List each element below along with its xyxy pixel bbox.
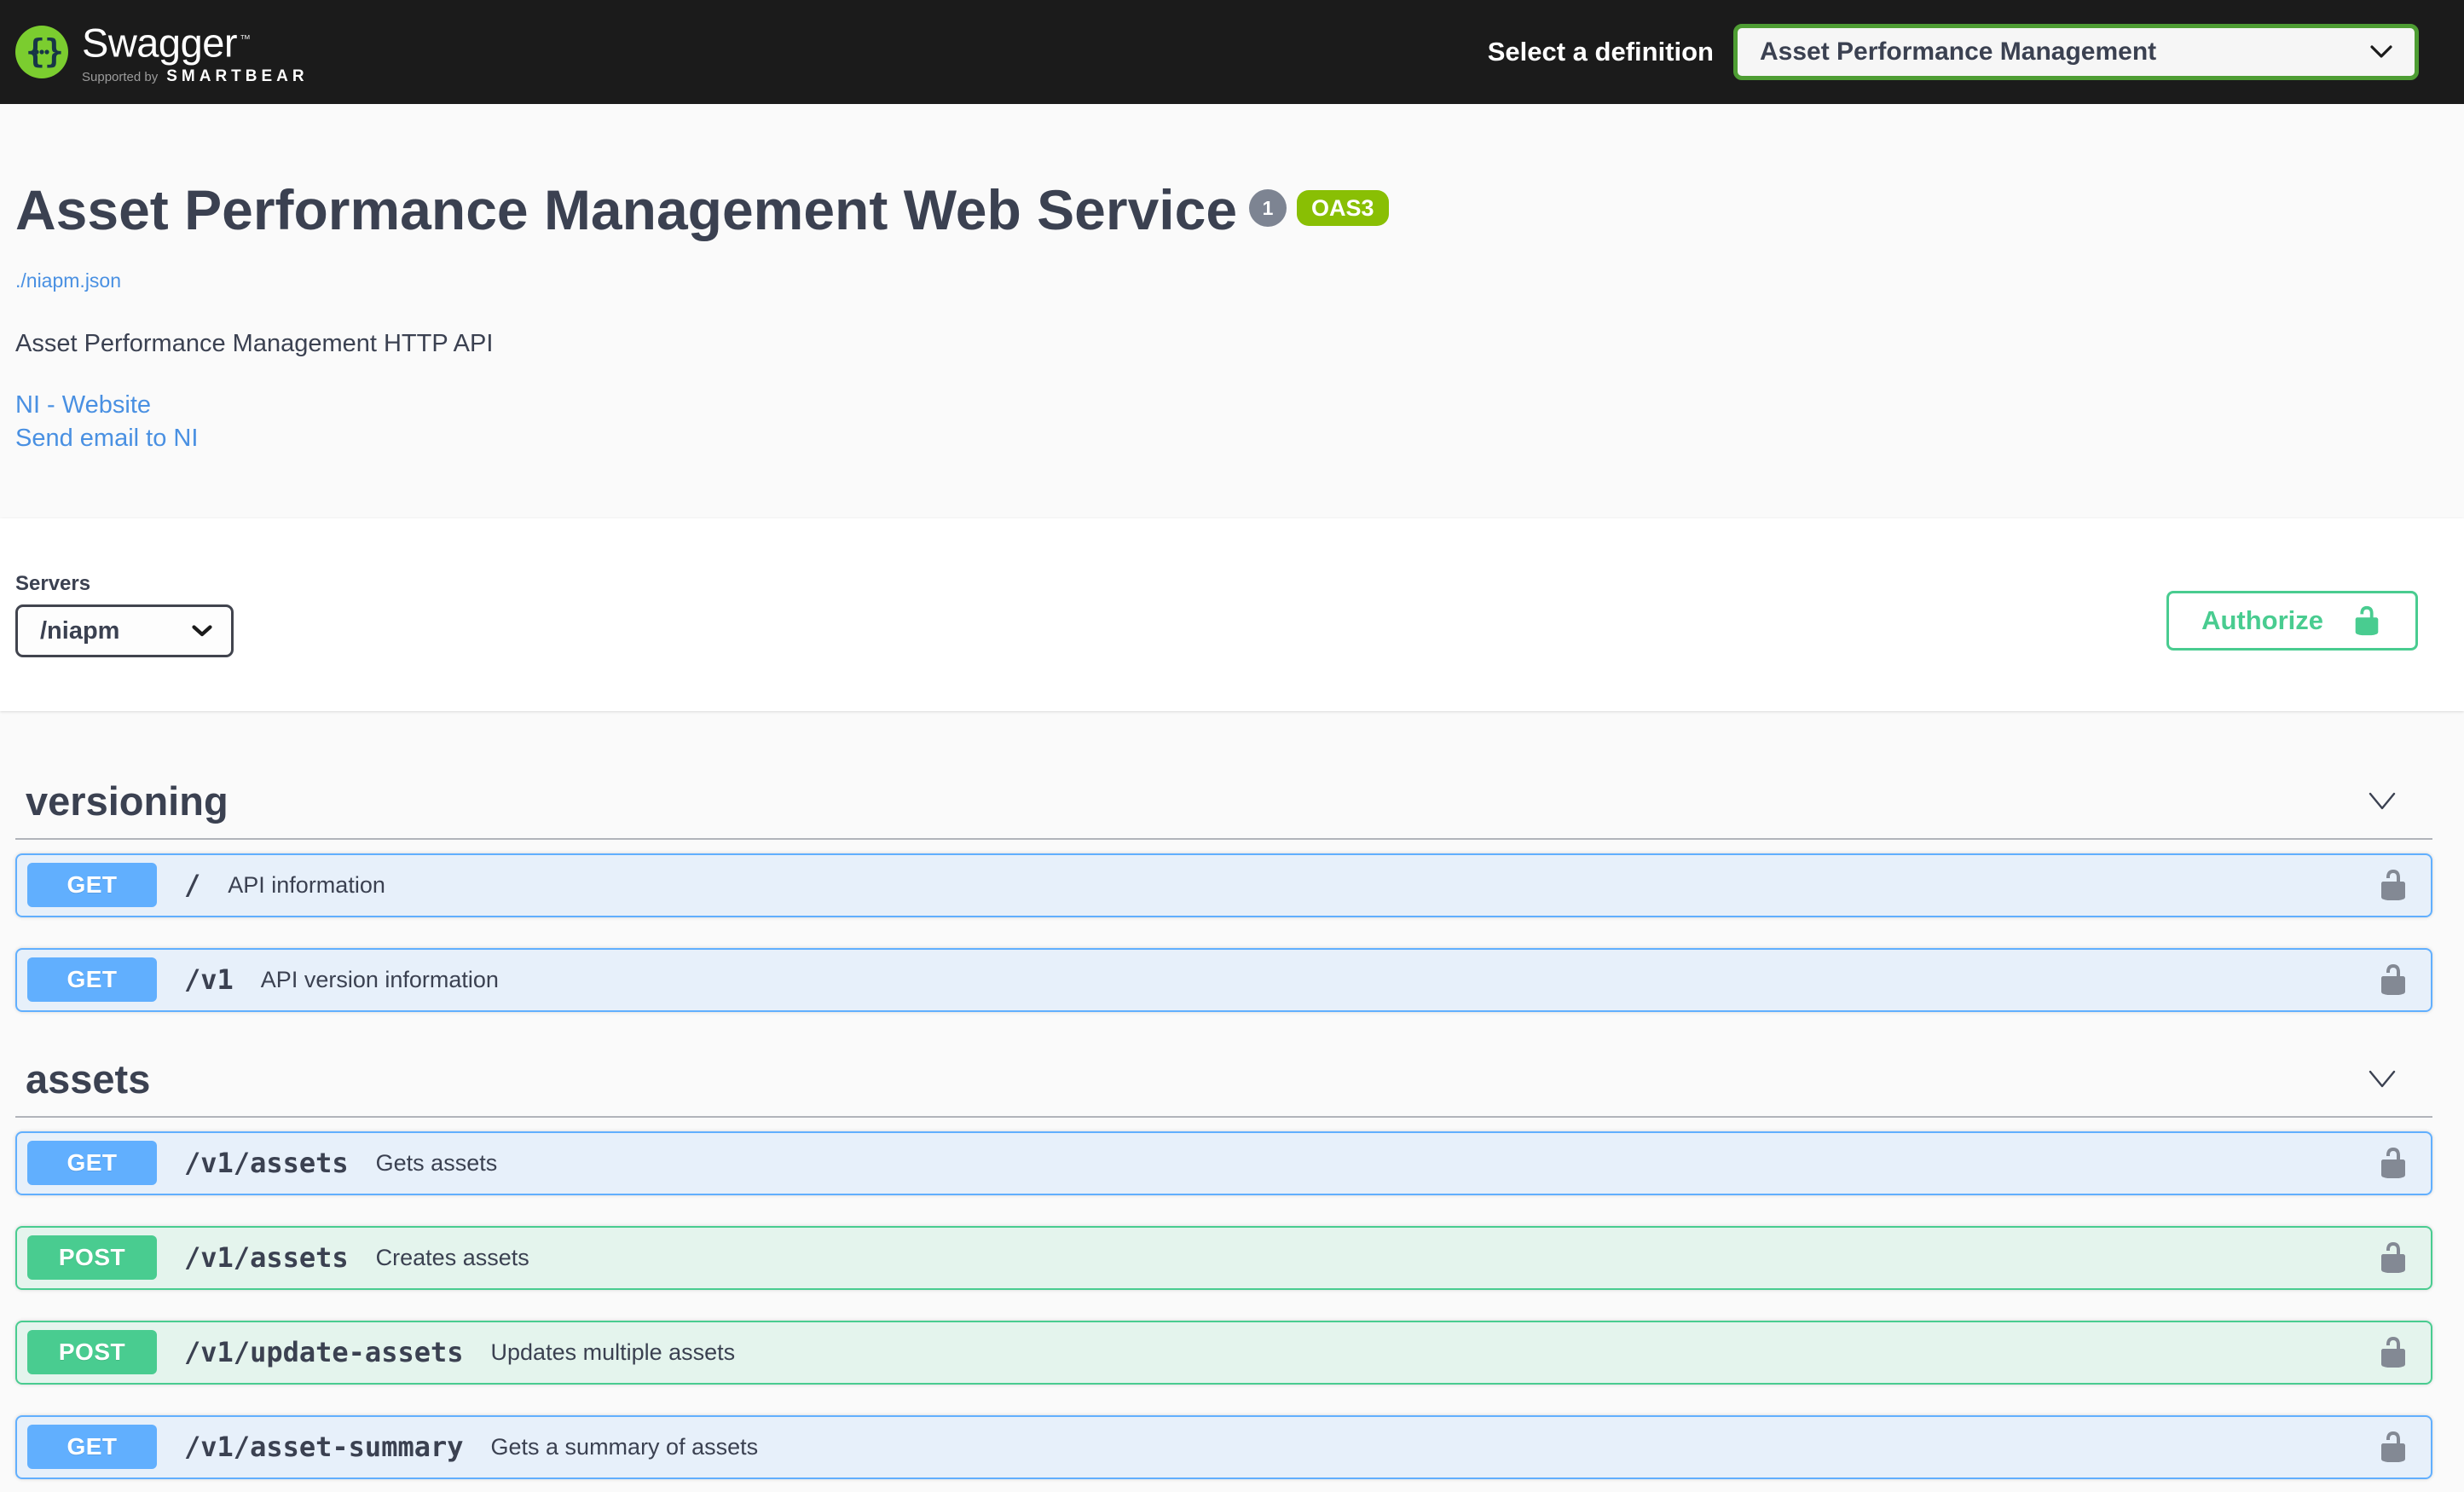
- definition-select[interactable]: Asset Performance Management: [1733, 24, 2419, 80]
- chevron-down-icon: [2369, 792, 2396, 809]
- auth-lock-button[interactable]: [2376, 1146, 2410, 1180]
- method-badge: POST: [27, 1330, 157, 1375]
- tag-title: assets: [26, 1056, 151, 1102]
- method-badge: GET: [27, 863, 157, 908]
- operation-summary: Gets a summary of assets: [490, 1433, 759, 1460]
- method-badge: GET: [27, 1141, 157, 1186]
- select-definition-label: Select a definition: [1487, 37, 1714, 67]
- operation-row[interactable]: POST /v1/update-assets Updates multiple …: [15, 1320, 2432, 1385]
- authorize-button[interactable]: Authorize: [2166, 591, 2418, 651]
- trademark: ™: [240, 32, 251, 46]
- operation-path: /v1/asset-summary: [184, 1431, 464, 1464]
- operation-path: /v1: [184, 963, 234, 997]
- servers-select[interactable]: /niapm: [15, 604, 234, 657]
- operation-summary: API version information: [260, 966, 499, 992]
- operation-summary: Creates assets: [375, 1244, 529, 1270]
- method-badge: GET: [27, 1425, 157, 1470]
- operation-row[interactable]: GET /v1/asset-summary Gets a summary of …: [15, 1414, 2432, 1479]
- auth-lock-button[interactable]: [2376, 1335, 2410, 1369]
- website-link[interactable]: NI - Website: [15, 389, 2449, 422]
- chevron-down-icon: [192, 625, 212, 637]
- brand-name: Swagger ™: [82, 20, 251, 66]
- auth-lock-button[interactable]: [2376, 963, 2410, 997]
- unlock-icon: [2381, 1431, 2405, 1463]
- operation-summary: API information: [228, 871, 385, 898]
- operation-summary: Updates multiple assets: [490, 1339, 736, 1365]
- operation-row[interactable]: GET /v1 API version information: [15, 947, 2432, 1012]
- oas3-badge: OAS3: [1297, 190, 1389, 226]
- info-section: Asset Performance Management Web Service…: [0, 104, 2464, 518]
- definition-selected-value: Asset Performance Management: [1760, 38, 2157, 66]
- operation-path: /v1/assets: [184, 1241, 349, 1275]
- tag-section: assets GET /v1/assets Gets assets POST /…: [15, 1043, 2432, 1479]
- unlock-icon: [2381, 1148, 2405, 1179]
- chevron-down-icon: [2369, 1070, 2396, 1087]
- authorize-label: Authorize: [2201, 605, 2323, 635]
- operation-path: /: [184, 869, 201, 902]
- api-description: Asset Performance Management HTTP API: [15, 330, 494, 357]
- topbar: { } Swagger™ Supported by SMARTBEAR Sele…: [0, 0, 2464, 104]
- tag-title: versioning: [26, 778, 228, 824]
- operation-path: /v1/update-assets: [184, 1336, 464, 1369]
- spec-url-link[interactable]: ./niapm.json: [15, 269, 121, 292]
- auth-lock-button[interactable]: [2376, 1430, 2410, 1464]
- servers-block: Servers /niapm: [15, 572, 234, 657]
- unlock-icon: [2381, 964, 2405, 996]
- smartbear-label: SMARTBEAR: [166, 67, 309, 85]
- auth-lock-button[interactable]: [2376, 1240, 2410, 1275]
- operation-row[interactable]: GET /v1/assets Gets assets: [15, 1131, 2432, 1195]
- version-badge: 1: [1249, 189, 1287, 227]
- tag-header[interactable]: assets: [15, 1043, 2432, 1118]
- operation-path: /v1/assets: [184, 1147, 349, 1180]
- server-selected-value: /niapm: [40, 616, 120, 645]
- operation-summary: Gets assets: [375, 1149, 498, 1176]
- supported-by-label: Supported by: [82, 69, 159, 84]
- tag-section: versioning GET / API information GET /v1…: [15, 765, 2432, 1012]
- servers-label: Servers: [15, 572, 91, 595]
- unlock-icon: [2381, 1337, 2405, 1368]
- unlock-icon: [2355, 605, 2379, 636]
- operation-row[interactable]: POST /v1/assets Creates assets: [15, 1225, 2432, 1290]
- swagger-logo-icon: { }: [15, 26, 68, 78]
- method-badge: POST: [27, 1235, 157, 1281]
- auth-lock-button[interactable]: [2376, 868, 2410, 902]
- method-badge: GET: [27, 957, 157, 1003]
- operations-list: versioning GET / API information GET /v1…: [0, 711, 2464, 1479]
- chevron-down-icon: [2370, 45, 2392, 58]
- unlock-icon: [2381, 1242, 2405, 1274]
- unlock-icon: [2381, 870, 2405, 901]
- swagger-logo[interactable]: { } Swagger™ Supported by SMARTBEAR: [15, 18, 309, 86]
- email-link[interactable]: Send email to NI: [15, 422, 2449, 455]
- scheme-container: Servers /niapm Authorize: [0, 518, 2464, 711]
- page-title: Asset Performance Management Web Service: [15, 178, 1238, 241]
- operation-row[interactable]: GET / API information: [15, 853, 2432, 917]
- tag-header[interactable]: versioning: [15, 765, 2432, 840]
